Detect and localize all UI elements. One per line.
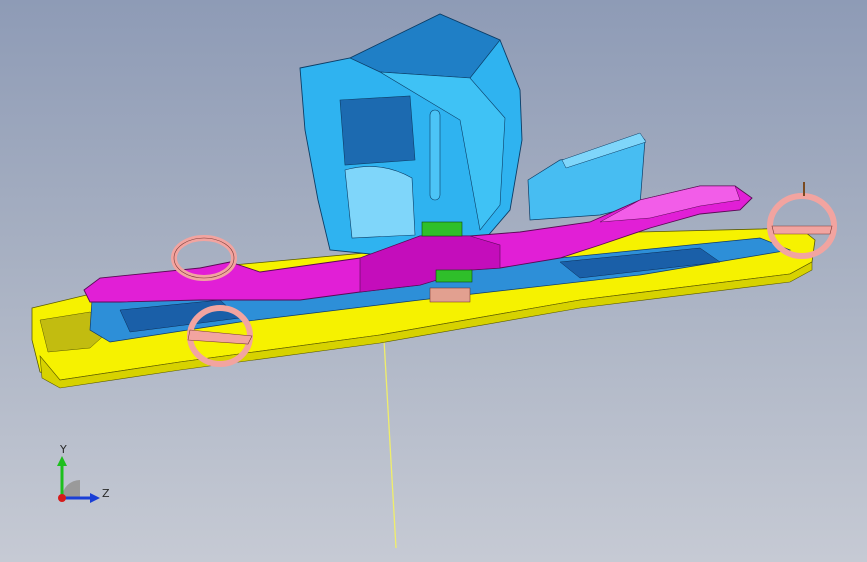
y-axis-label: Y xyxy=(60,443,67,456)
coordinate-axes-icon[interactable] xyxy=(40,440,130,515)
upper-bracket[interactable] xyxy=(299,13,647,256)
cad-3d-viewport[interactable]: Y Z xyxy=(0,0,867,562)
mold-assembly-model[interactable] xyxy=(0,0,867,562)
z-axis-label: Z xyxy=(102,487,110,500)
